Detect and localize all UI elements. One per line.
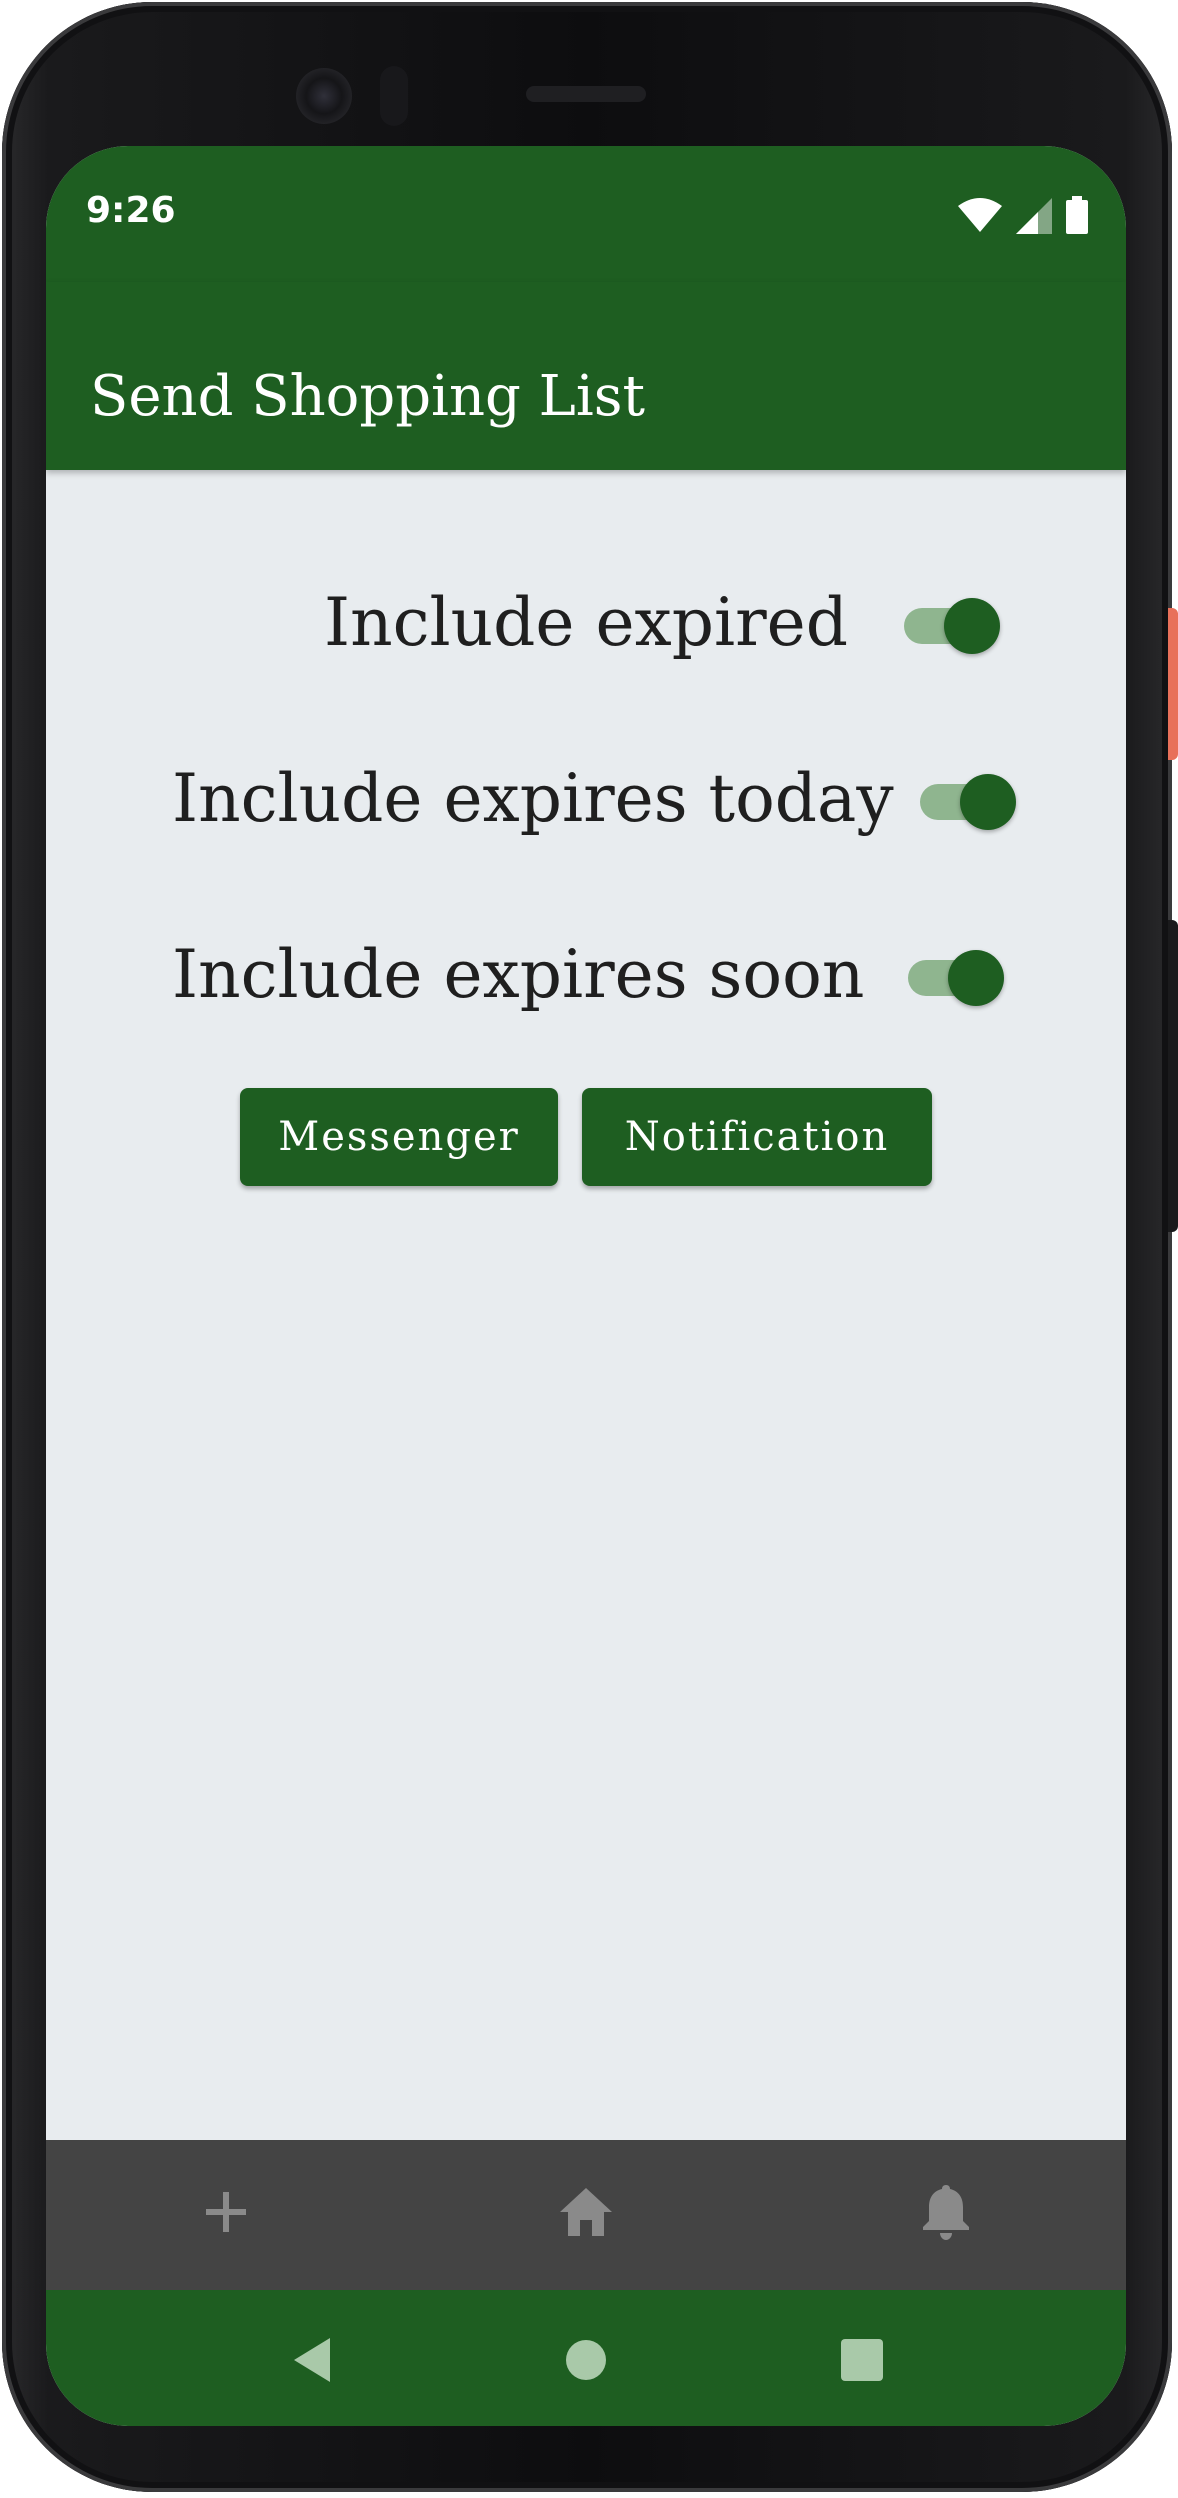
toggle-row-expired: Include expired [324,584,848,661]
toggle-row-expires-soon: Include expires soon [172,936,864,1013]
switch-include-expires-soon[interactable] [908,950,1004,1006]
recents-icon[interactable] [834,2332,890,2388]
home-circle-icon[interactable] [558,2332,614,2388]
earpiece-speaker [526,86,646,102]
switch-thumb [944,598,1000,654]
switch-include-expires-today[interactable] [920,774,1016,830]
switch-include-expired[interactable] [904,598,1000,654]
back-icon[interactable] [284,2332,340,2388]
switch-thumb [948,950,1004,1006]
battery-icon [1066,196,1088,234]
front-camera [296,68,352,124]
home-icon[interactable] [556,2182,616,2242]
status-icons [958,196,1088,234]
toggle-label-expires-today: Include expires today [172,760,894,837]
bell-icon[interactable] [916,2182,976,2242]
screen: 9:26 Send Shopping List Include expired … [46,146,1126,2426]
wifi-icon [958,198,1002,232]
volume-button [1168,920,1178,1232]
notification-button[interactable]: Notification [582,1088,932,1186]
toggle-label-expired: Include expired [324,584,848,661]
signal-icon [1016,198,1052,234]
toggle-row-expires-today: Include expires today [172,760,894,837]
switch-thumb [960,774,1016,830]
messenger-button[interactable]: Messenger [240,1088,558,1186]
page-title: Send Shopping List [90,364,646,429]
status-time: 9:26 [86,190,176,231]
toggle-label-expires-soon: Include expires soon [172,936,865,1013]
proximity-sensor [380,66,408,126]
add-icon[interactable] [196,2182,256,2242]
power-button [1168,608,1178,760]
